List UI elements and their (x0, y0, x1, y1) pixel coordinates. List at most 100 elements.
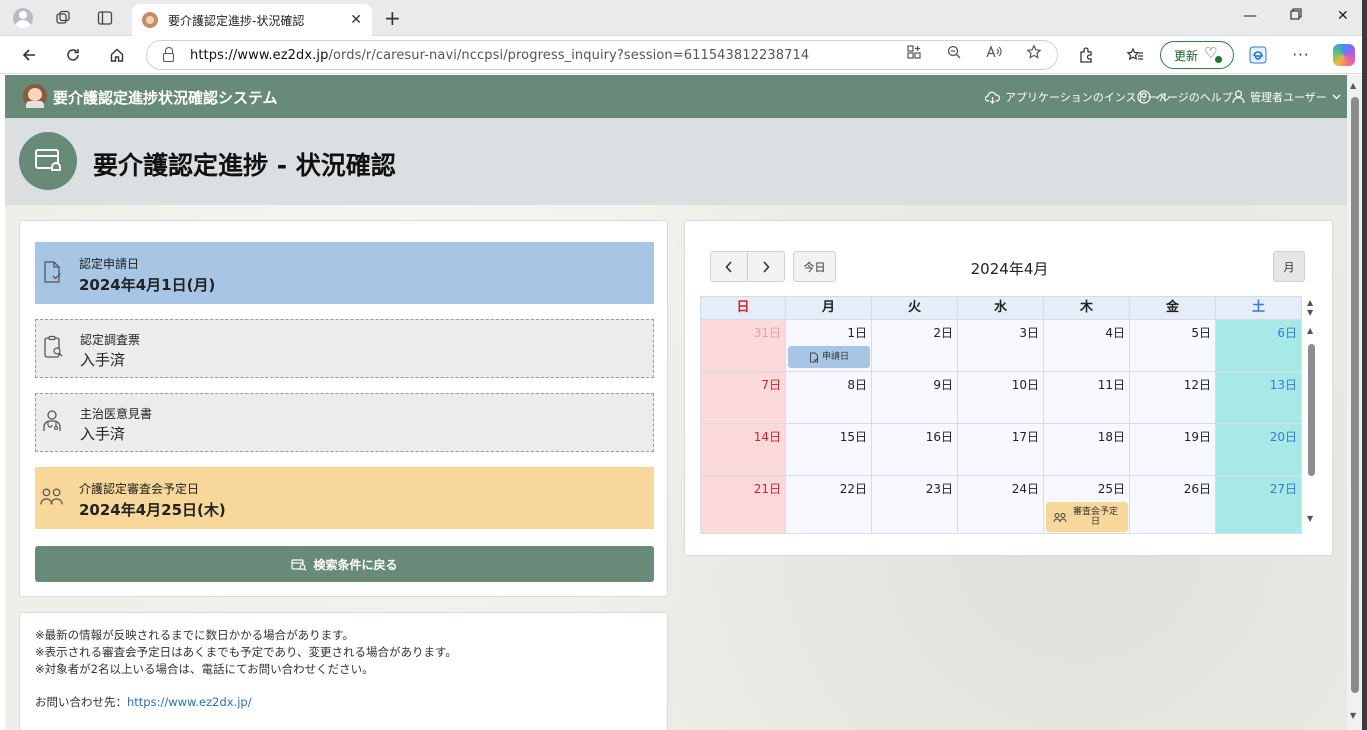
app-logo-icon[interactable] (23, 84, 47, 108)
calendar-day[interactable]: 9日 (872, 372, 958, 424)
calendar-day[interactable]: 7日 (700, 372, 786, 424)
more-menu-icon[interactable]: ··· (1290, 44, 1312, 66)
url-text: https://www.ez2dx.jp/ords/r/caresur-navi… (190, 47, 810, 63)
app-title[interactable]: 要介護認定進捗状況確認システム (53, 87, 278, 108)
new-tab-icon[interactable]: + (384, 7, 401, 29)
page-help-label: ページのヘルプ (1156, 91, 1233, 104)
cloud-download-icon (985, 91, 1000, 104)
calendar-day[interactable]: 31日 (700, 320, 786, 372)
copilot-icon[interactable] (1333, 44, 1355, 66)
back-arrow-icon[interactable] (18, 44, 40, 66)
event-application-date[interactable]: 申請日 (788, 346, 870, 368)
calendar-day[interactable]: 21日 (700, 476, 786, 534)
day-number: 9日 (933, 378, 953, 392)
calendar-month-view-button[interactable]: 月 (1273, 251, 1305, 282)
app-available-icon[interactable] (906, 44, 922, 64)
scroll-up-icon[interactable]: ▲ (1350, 81, 1356, 90)
update-button[interactable]: 更新 (1160, 41, 1234, 69)
day-number: 22日 (839, 482, 867, 496)
workspaces-icon[interactable] (52, 7, 74, 29)
calendar-day[interactable]: 19日 (1130, 424, 1216, 476)
calendar-day[interactable]: 3日 (958, 320, 1044, 372)
page-title-band: 要介護認定進捗 - 状況確認 (5, 118, 1347, 205)
lock-icon[interactable] (163, 46, 174, 62)
read-aloud-icon[interactable] (985, 44, 1003, 64)
day-number: 13日 (1269, 378, 1297, 392)
calendar-day[interactable]: 15日 (786, 424, 872, 476)
calendar-day[interactable]: 10日 (958, 372, 1044, 424)
window-close-icon[interactable]: ✕ (1337, 8, 1349, 24)
scrollbar-thumb[interactable] (1351, 97, 1359, 693)
calendar-scrollbar[interactable]: ▲ ▼ ▲ ▼ (1303, 296, 1319, 533)
calendar-day[interactable]: 18日 (1044, 424, 1130, 476)
browser-tab-active[interactable]: 要介護認定進捗-状況確認 ✕ (132, 4, 372, 36)
calendar-day[interactable]: 17日 (958, 424, 1044, 476)
weekday-label: 水 (958, 296, 1044, 320)
scroll-down-icon[interactable]: ▼ (1350, 711, 1356, 720)
weekday-label: 月 (786, 296, 872, 320)
back-to-search-button[interactable]: 検索条件に戻る (35, 546, 654, 582)
calendar-day[interactable]: 14日 (700, 424, 786, 476)
user-icon (1232, 90, 1245, 104)
calendar-day[interactable]: 22日 (786, 476, 872, 534)
step-label: 主治医意見書 (80, 407, 153, 421)
minimize-icon[interactable]: — (1243, 8, 1257, 24)
calendar-week: 14日 15日 16日 17日 18日 19日 20日 (700, 424, 1302, 476)
tab-favicon-icon (142, 12, 158, 28)
window-edge (1362, 0, 1367, 730)
calendar-day[interactable]: 23日 (872, 476, 958, 534)
document-check-icon (44, 261, 61, 283)
weekday-label: 日 (700, 296, 786, 320)
contact-link[interactable]: https://www.ez2dx.jp/ (127, 695, 252, 709)
calendar-day[interactable]: 4日 (1044, 320, 1130, 372)
page-help-link[interactable]: ページのヘルプ (1137, 89, 1233, 105)
note-line: ※対象者が2名以上いる場合は、電話にてお問い合わせください。 (35, 662, 374, 676)
restore-icon[interactable] (1290, 8, 1302, 24)
calendar-day[interactable]: 25日 審査会予定日 (1044, 476, 1130, 534)
profile-avatar-icon[interactable] (12, 7, 34, 29)
chevron-down-icon (1332, 94, 1341, 100)
contact-info: お問い合わせ先：https://www.ez2dx.jp/ (35, 694, 652, 710)
extensions-icon[interactable] (1076, 44, 1098, 66)
user-label: 管理者ユーザー (1250, 91, 1327, 104)
home-icon[interactable] (106, 44, 128, 66)
user-menu[interactable]: 管理者ユーザー (1232, 89, 1341, 105)
calendar-day[interactable]: 2日 (872, 320, 958, 372)
zoom-icon[interactable] (946, 44, 962, 64)
calendar-day[interactable]: 1日 申請日 (786, 320, 872, 372)
favorites-icon[interactable] (1124, 44, 1146, 66)
weekday-label: 土 (1216, 296, 1302, 320)
help-circle-icon (1137, 90, 1151, 104)
scrollbar-thumb[interactable] (1308, 344, 1315, 476)
calendar-day[interactable]: 13日 (1216, 372, 1302, 424)
day-number: 25日 (1097, 482, 1125, 496)
tab-close-icon[interactable]: ✕ (350, 12, 362, 28)
calendar-day[interactable]: 11日 (1044, 372, 1130, 424)
tab-actions-icon[interactable] (94, 7, 116, 29)
scroll-down-icon[interactable]: ▼ (1307, 514, 1313, 523)
calendar-day[interactable]: 5日 (1130, 320, 1216, 372)
calendar-day[interactable]: 12日 (1130, 372, 1216, 424)
calendar-weekday-header: 日 月 火 水 木 金 土 (700, 296, 1302, 320)
edge-browser-icon[interactable] (1247, 44, 1269, 66)
note-line: ※最新の情報が反映されるまでに数日かかる場合があります。 (35, 628, 354, 642)
calendar-day[interactable]: 26日 (1130, 476, 1216, 534)
calendar-day[interactable]: 8日 (786, 372, 872, 424)
favorite-star-icon[interactable] (1026, 44, 1042, 64)
refresh-icon[interactable] (62, 44, 84, 66)
calendar-day[interactable]: 24日 (958, 476, 1044, 534)
day-number: 26日 (1183, 482, 1211, 496)
calendar-day[interactable]: 20日 (1216, 424, 1302, 476)
scroll-up-icon[interactable]: ▲ (1307, 298, 1313, 307)
calendar-day[interactable]: 16日 (872, 424, 958, 476)
scroll-down-icon[interactable]: ▼ (1307, 308, 1313, 317)
calendar-day[interactable]: 6日 (1216, 320, 1302, 372)
notes-panel: ※最新の情報が反映されるまでに数日かかる場合があります。 ※表示される審査会予定… (19, 612, 668, 730)
event-committee-date[interactable]: 審査会予定日 (1046, 502, 1128, 532)
page-scrollbar[interactable]: ▲ ▼ (1347, 75, 1362, 730)
calendar-day[interactable]: 27日 (1216, 476, 1302, 534)
day-number: 12日 (1183, 378, 1211, 392)
scroll-up-icon[interactable]: ▲ (1307, 326, 1313, 335)
day-number: 20日 (1269, 430, 1297, 444)
day-number: 24日 (1011, 482, 1039, 496)
